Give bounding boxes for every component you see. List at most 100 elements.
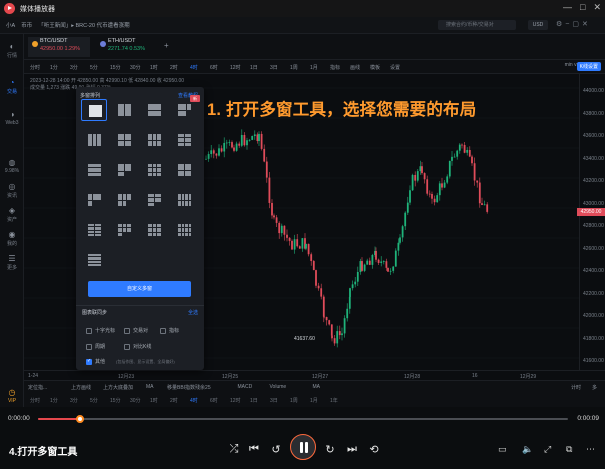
more-options-icon[interactable]: ⋯ [586, 444, 595, 455]
bottom-timeframe-6[interactable]: 1时 [150, 397, 158, 404]
seek-handle[interactable] [76, 415, 85, 423]
fullscreen-icon[interactable]: ⤢ [544, 444, 551, 455]
bottom-timeframe-13[interactable]: 1周 [290, 397, 298, 404]
timeframe-2[interactable]: 3分 [70, 64, 78, 71]
previous-icon[interactable]: ⏮ [246, 443, 262, 456]
layout-option-15[interactable] [141, 189, 167, 211]
bottom-timeframe-14[interactable]: 1月 [310, 397, 318, 404]
layout-option-12[interactable] [171, 159, 197, 181]
timeframe-10[interactable]: 12时 [230, 64, 241, 71]
layout-option-5[interactable] [81, 129, 107, 151]
bottom-timeframe-8[interactable]: 4时 [190, 397, 198, 404]
indicator-tab-6[interactable]: Volume [270, 384, 287, 390]
timeframe-1[interactable]: 1分 [50, 64, 58, 71]
minimize-icon[interactable]: — [563, 2, 572, 13]
timeframe-12[interactable]: 3日 [270, 64, 278, 71]
indicator-tab-1[interactable]: 上方画线 [71, 384, 91, 391]
shuffle-icon[interactable]: ⤮ [226, 443, 242, 456]
nav-spot[interactable]: 币币 [21, 21, 32, 29]
sidebar-item-market[interactable]: ◐ 行情 [0, 42, 24, 59]
layout-option-14[interactable] [111, 189, 137, 211]
indicator-tab-3[interactable]: MA [146, 384, 154, 390]
bottom-timeframe-15[interactable]: 1年 [330, 397, 338, 404]
layout-option-7[interactable] [141, 129, 167, 151]
timeframe-5[interactable]: 30分 [130, 64, 141, 71]
indicator-right-timer[interactable]: 计时 [571, 384, 581, 391]
indicator-right-more[interactable]: 多 [592, 384, 597, 391]
timeframe-14[interactable]: 1月 [310, 64, 318, 71]
symbol-tab-eth[interactable]: ETH/USDT 2271.74 0.53% [96, 37, 158, 57]
layout-option-6[interactable] [111, 129, 137, 151]
sync-option-other[interactable]: 其他 [86, 358, 105, 365]
layout-option-21[interactable] [81, 249, 107, 271]
seek-bar[interactable] [38, 415, 568, 423]
news-ticker[interactable]: 「听王新闻」▸ BRC-20 代币遭看涨期 [38, 21, 129, 29]
bottom-timeframe-12[interactable]: 3日 [270, 397, 278, 404]
layout-option-20[interactable] [171, 219, 197, 241]
sidebar-item-assets[interactable]: ◈ 资产 [0, 206, 24, 223]
maximize-icon[interactable]: □ [580, 2, 585, 13]
layout-option-10[interactable] [111, 159, 137, 181]
sidebar-item-change[interactable]: ◍ 9.98% [0, 158, 24, 174]
timeframe-8[interactable]: 4时 [190, 64, 198, 71]
pause-button[interactable] [290, 434, 316, 460]
sidebar-item-trade[interactable]: ◔ 交易 [0, 78, 24, 95]
indicator-tab-5[interactable]: MACD [238, 384, 253, 390]
layout-option-11[interactable] [141, 159, 167, 181]
checkbox[interactable] [86, 327, 92, 334]
next-icon[interactable]: ⏭ [344, 443, 360, 456]
layout-option-17[interactable] [81, 219, 107, 241]
sync-option-compare[interactable]: 对比K线 [124, 343, 151, 350]
checkbox[interactable] [124, 327, 130, 334]
checkbox-checked[interactable] [86, 358, 92, 365]
indicator-tab-0[interactable]: 定位指... [28, 384, 47, 391]
volume-icon[interactable]: 🔈 [522, 444, 533, 455]
layout-option-2[interactable] [111, 99, 137, 121]
sync-option-indicator[interactable]: 指标 [160, 327, 179, 334]
mini-player-icon[interactable]: ⧉ [566, 444, 572, 455]
bottom-timeframe-10[interactable]: 12时 [230, 397, 241, 404]
timeframe-6[interactable]: 1时 [150, 64, 158, 71]
sync-option-crosshair[interactable]: 十字光标 [86, 327, 115, 334]
settings-icon[interactable]: ⚙ [556, 21, 565, 28]
layout-option-19[interactable] [141, 219, 167, 241]
bottom-timeframe-11[interactable]: 1日 [250, 397, 258, 404]
custom-layout-button[interactable]: 自定义多窗 [88, 281, 191, 297]
sidebar-item-profile[interactable]: ◉ 我的 [0, 230, 24, 247]
maximize-app-icon[interactable]: ▢ [572, 21, 582, 28]
checkbox[interactable] [124, 343, 130, 350]
kline-settings-button[interactable]: K线设置 [576, 62, 601, 71]
layout-option-8[interactable] [171, 129, 197, 151]
timeframe-9[interactable]: 6时 [210, 64, 218, 71]
search-input[interactable]: 搜索合约/币种/交易对 [438, 20, 516, 30]
timeframe-3[interactable]: 5分 [90, 64, 98, 71]
sidebar-item-web3[interactable]: ◑ Web3 [0, 110, 24, 126]
timeframe-13[interactable]: 1周 [290, 64, 298, 71]
bottom-timeframe-2[interactable]: 3分 [70, 397, 78, 404]
bottom-timeframe-9[interactable]: 6时 [210, 397, 218, 404]
select-all-link[interactable]: 全选 [188, 309, 198, 316]
forward-icon[interactable]: ↻ [322, 443, 338, 456]
timeframe-11[interactable]: 1日 [250, 64, 258, 71]
layout-option-1[interactable] [81, 99, 107, 121]
indicator-tab-7[interactable]: MA [313, 384, 321, 390]
indicator-tab-4[interactable]: 移量BBI指数残余25 [167, 384, 211, 391]
close-icon[interactable]: ✕ [593, 2, 601, 13]
layout-option-9[interactable] [81, 159, 107, 181]
layout-option-3[interactable] [141, 99, 167, 121]
timeframe-7[interactable]: 2时 [170, 64, 178, 71]
add-tab-icon[interactable]: + [164, 41, 169, 50]
timeframe-4[interactable]: 15分 [110, 64, 121, 71]
sidebar-item-more[interactable]: ☰ 更多 [0, 254, 24, 271]
timeframe-17[interactable]: 模板 [370, 64, 380, 71]
symbol-tab-btc[interactable]: BTC/USDT 42950.00 1.29% [28, 37, 90, 57]
sync-option-period[interactable]: 周期 [86, 343, 105, 350]
timeframe-16[interactable]: 画线 [350, 64, 360, 71]
layout-option-4[interactable] [171, 99, 197, 121]
subtitle-icon[interactable]: ▭ [498, 444, 507, 455]
sidebar-item-vip[interactable]: ◷ VIP [0, 388, 24, 404]
sync-option-pair[interactable]: 交易对 [124, 327, 148, 334]
bottom-timeframe-3[interactable]: 5分 [90, 397, 98, 404]
user-name[interactable]: 小A [6, 21, 15, 29]
repeat-icon[interactable]: ⟲ [366, 443, 382, 456]
